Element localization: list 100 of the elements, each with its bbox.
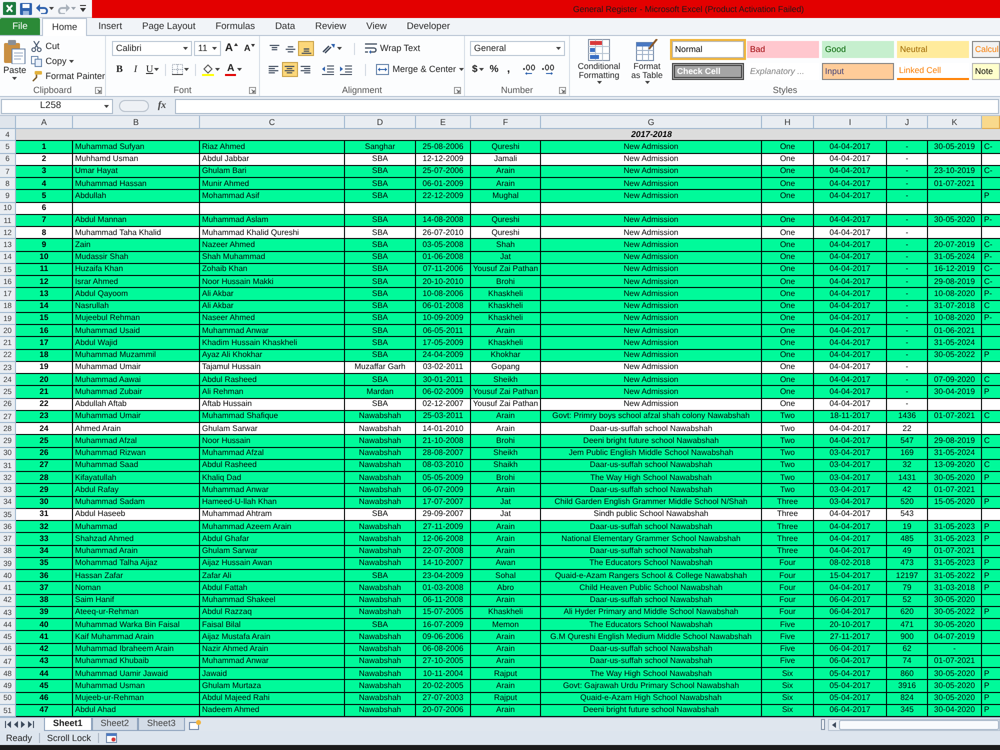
shrink-font-button[interactable]: A <box>242 41 258 56</box>
cell-style-tile[interactable]: Good <box>822 41 894 58</box>
cell-style-tile[interactable]: Input <box>822 63 894 80</box>
align-right-icon <box>300 64 312 74</box>
column-header[interactable]: I <box>814 116 887 129</box>
merge-center-button[interactable]: Merge & Center <box>376 62 464 77</box>
column-header[interactable]: B <box>73 116 200 129</box>
clipboard-icon <box>4 40 26 64</box>
ribbon-tab[interactable]: Insert <box>89 18 132 35</box>
insert-sheet-icon[interactable] <box>188 720 201 730</box>
font-name-field[interactable]: Calibri <box>112 41 192 56</box>
formula-input[interactable] <box>175 98 999 114</box>
decrease-indent-icon[interactable] <box>322 64 334 74</box>
borders-icon <box>172 64 184 75</box>
paste-button[interactable]: Paste <box>0 36 30 84</box>
last-sheet-icon[interactable] <box>28 721 34 728</box>
align-bottom-button[interactable] <box>298 41 314 56</box>
column-header[interactable]: F <box>471 116 541 129</box>
dialog-launcher-icon[interactable] <box>454 86 461 94</box>
split-handle-icon[interactable] <box>821 719 825 730</box>
undo-icon[interactable] <box>36 4 48 14</box>
borders-button[interactable] <box>170 62 192 77</box>
column-header[interactable]: C <box>200 116 345 129</box>
increase-indent-icon[interactable] <box>340 64 352 74</box>
column-header[interactable]: J <box>887 116 928 129</box>
caret-icon <box>458 68 464 71</box>
ribbon-tab[interactable]: Home <box>42 18 88 36</box>
italic-button[interactable]: I <box>128 62 143 77</box>
percent-button[interactable]: % <box>488 62 500 77</box>
next-sheet-icon[interactable] <box>21 721 25 728</box>
increase-decimal-icon[interactable] <box>523 64 536 75</box>
first-sheet-icon[interactable] <box>5 721 11 728</box>
scissors-icon <box>31 40 42 52</box>
caret-icon <box>69 60 74 63</box>
bold-button[interactable]: B <box>112 62 127 77</box>
conditional-format-icon <box>588 39 610 61</box>
caret-icon <box>596 81 602 84</box>
scrollbar-thumb[interactable] <box>839 720 999 730</box>
cell-style-tile[interactable]: Neutral <box>897 41 969 58</box>
column-header[interactable]: A <box>16 116 73 129</box>
window-title: General Register - Microsoft Excel (Product Activation Failed) <box>573 4 804 14</box>
triangle-up-icon <box>234 43 238 46</box>
table-brush-icon <box>636 39 658 61</box>
copy-button[interactable]: Copy <box>31 54 105 69</box>
wrap-text-button[interactable]: Wrap Text <box>365 41 420 56</box>
insert-function-button[interactable]: fx <box>151 98 173 114</box>
ribbon-tab[interactable]: Formulas <box>206 18 264 35</box>
triangle-down-icon <box>251 44 256 47</box>
sheet-tab[interactable]: Sheet1 <box>44 718 92 730</box>
align-center-icon <box>284 64 296 74</box>
conditional-formatting-button[interactable]: Conditional Formatting <box>574 39 624 84</box>
column-header[interactable]: K <box>928 116 982 129</box>
font-size-field[interactable]: 11 <box>194 41 221 56</box>
format-as-table-button[interactable]: Format as Table <box>626 39 668 84</box>
ribbon-tab[interactable]: Developer <box>398 18 460 35</box>
dialog-launcher-icon[interactable] <box>559 86 566 94</box>
ribbon-tab[interactable]: Review <box>306 18 356 35</box>
ribbon-tab[interactable]: Data <box>266 18 304 35</box>
status-text: Scroll Lock <box>47 734 92 742</box>
caret-icon <box>104 104 109 108</box>
font-color-button[interactable]: A <box>223 62 244 77</box>
customize-toolbar-icon[interactable] <box>80 5 86 12</box>
caret-icon <box>478 68 484 71</box>
dialog-launcher-icon[interactable] <box>249 86 256 94</box>
column-header[interactable]: E <box>416 116 471 129</box>
format-painter-button[interactable]: Format Painter <box>31 70 105 84</box>
resize-handle-icon <box>119 100 149 112</box>
column-header[interactable]: G <box>541 116 762 129</box>
caret-icon <box>212 47 217 50</box>
sheet-tab[interactable]: Sheet3 <box>138 718 185 730</box>
cut-button[interactable]: Cut <box>31 39 105 54</box>
orientation-button[interactable] <box>320 41 344 56</box>
align-center-button[interactable] <box>282 62 298 77</box>
ribbon-tab[interactable]: Page Layout <box>133 18 204 35</box>
currency-button[interactable]: $ <box>470 62 486 77</box>
dialog-launcher-icon[interactable] <box>95 86 102 94</box>
macro-record-icon[interactable] <box>106 733 118 743</box>
decrease-decimal-icon[interactable] <box>542 64 556 75</box>
caret-icon <box>237 68 242 71</box>
cell-style-tile[interactable]: Normal <box>672 41 744 58</box>
scroll-left-icon[interactable] <box>832 722 836 728</box>
column-header[interactable]: D <box>345 116 416 129</box>
file-tab[interactable]: File <box>0 18 40 35</box>
underline-button[interactable]: U <box>144 62 162 77</box>
cell-style-tile[interactable]: Bad <box>747 41 819 58</box>
fill-color-button[interactable] <box>200 62 222 77</box>
caret-icon <box>215 68 220 71</box>
align-left-icon <box>268 64 280 74</box>
caret-icon <box>154 68 160 71</box>
cell-style-tile[interactable]: Note <box>972 63 1000 80</box>
previous-sheet-icon[interactable] <box>14 721 18 728</box>
name-box[interactable]: L258 <box>1 98 113 114</box>
comma-button[interactable]: , <box>502 62 514 77</box>
ribbon-tab[interactable]: View <box>357 18 396 35</box>
save-icon[interactable] <box>20 2 32 14</box>
number-format-field[interactable]: General <box>470 41 565 56</box>
column-header[interactable]: H <box>762 116 814 129</box>
sheet-tab[interactable]: Sheet2 <box>92 718 138 730</box>
grow-font-button[interactable]: A <box>223 41 240 56</box>
horizontal-scrollbar[interactable] <box>828 718 1000 730</box>
